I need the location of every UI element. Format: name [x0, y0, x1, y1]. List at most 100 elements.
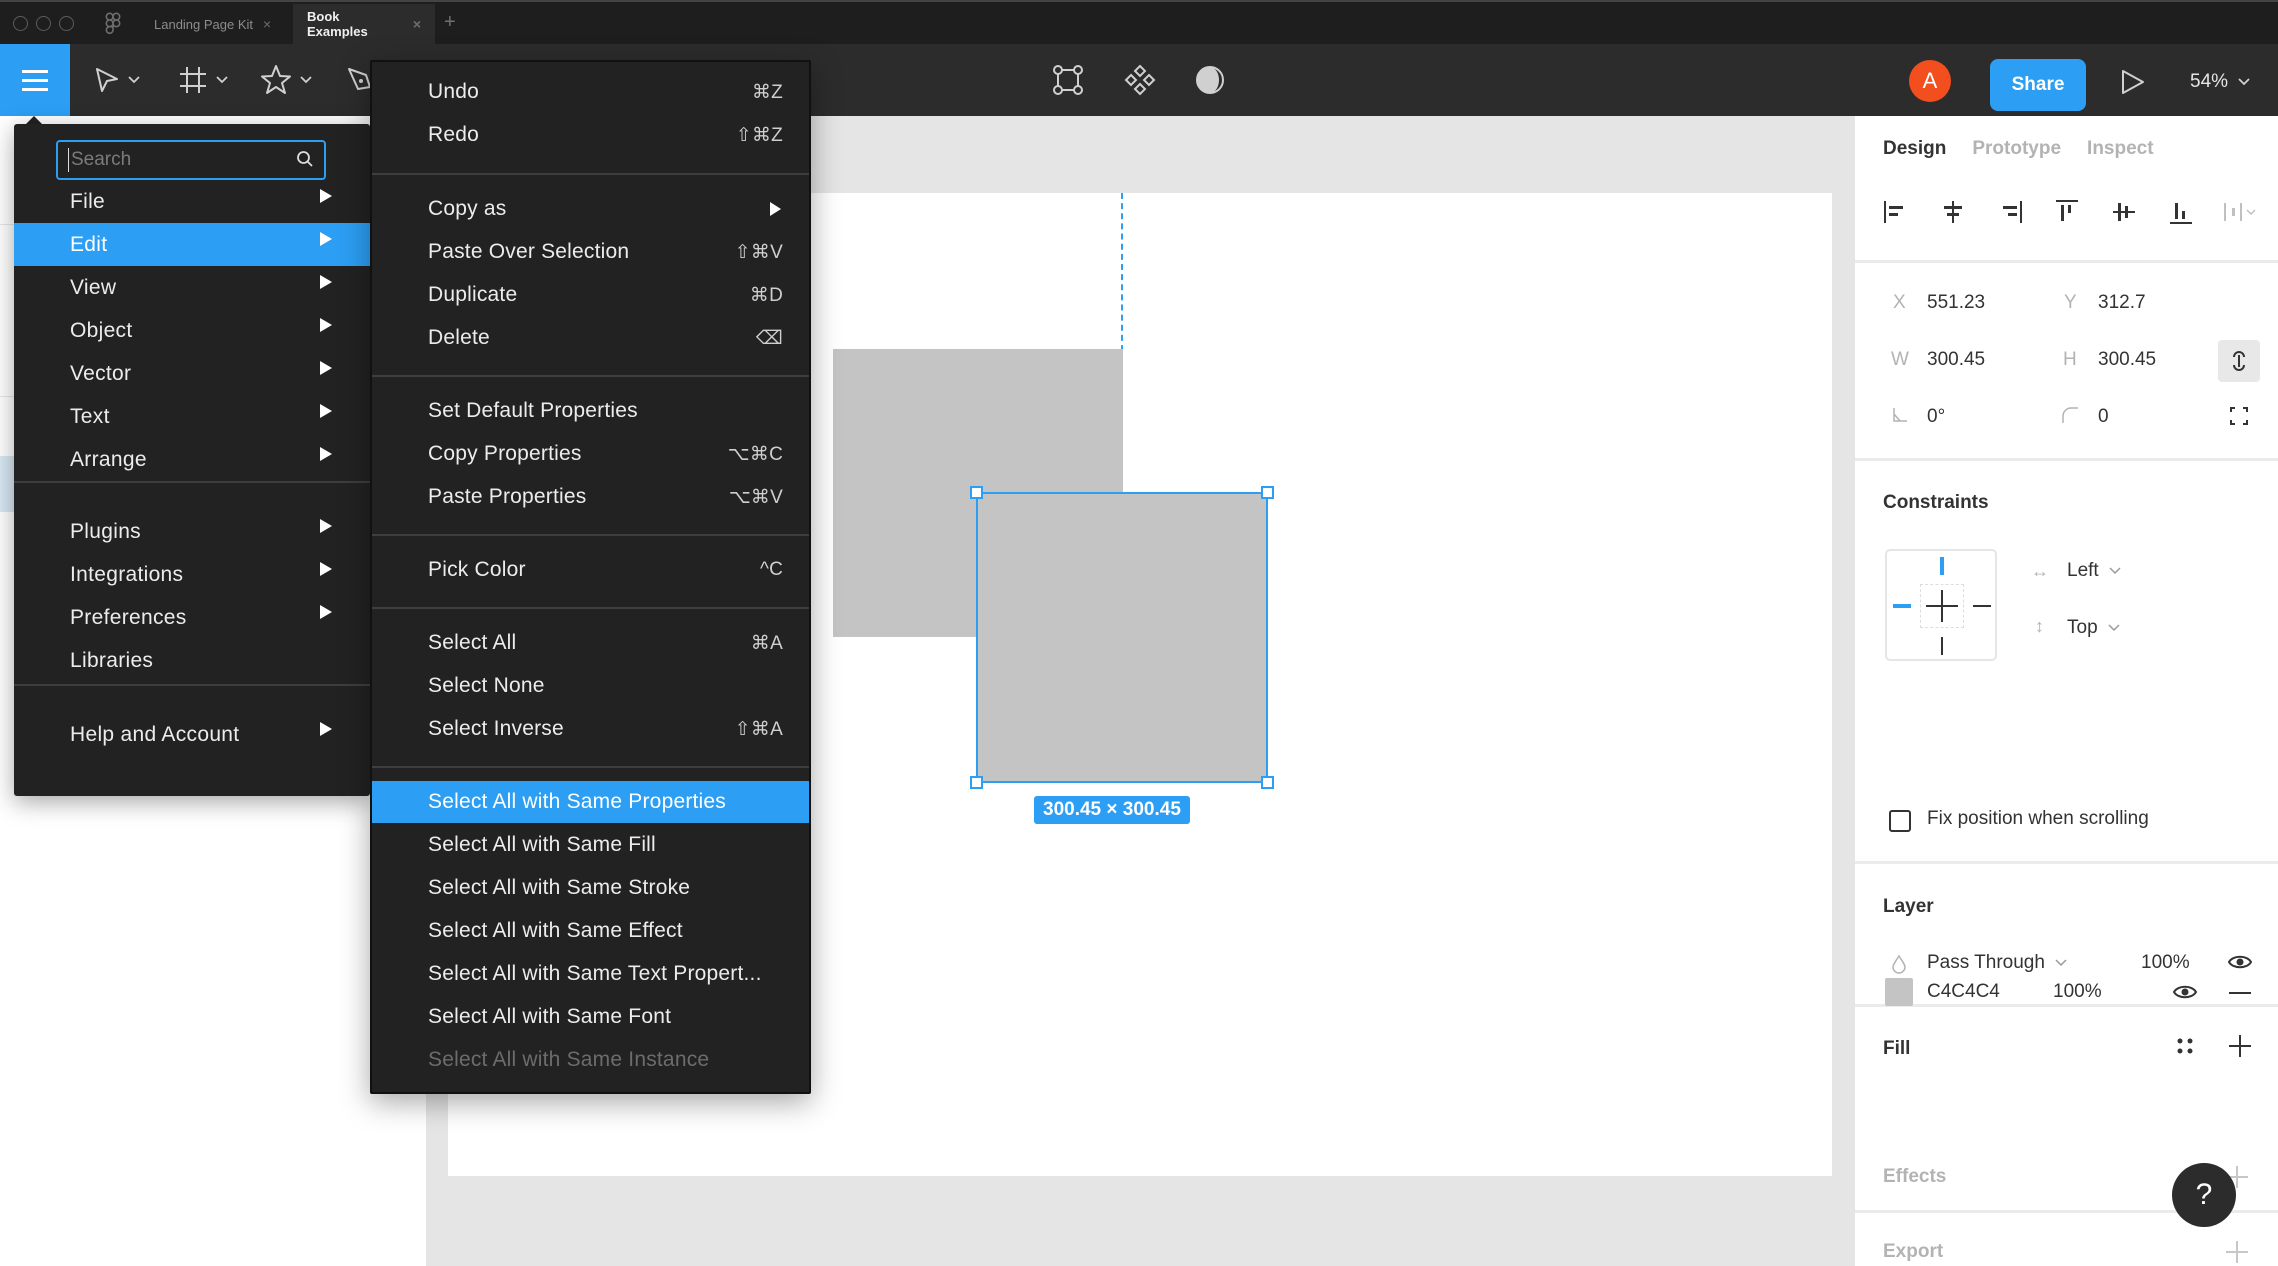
- main-menu-item-arrange[interactable]: Arrange: [14, 438, 370, 481]
- edit-menu-item-set-default-properties[interactable]: Set Default Properties: [372, 390, 809, 432]
- rotation-input[interactable]: 0°: [1927, 406, 1945, 428]
- close-tab-icon[interactable]: ×: [263, 16, 271, 32]
- edit-menu-item-select-all-with-same-text-propert[interactable]: Select All with Same Text Propert...: [372, 953, 809, 995]
- edit-menu-item-duplicate[interactable]: Duplicate ⌘D: [372, 274, 809, 316]
- user-avatar[interactable]: A: [1909, 60, 1951, 102]
- constrain-proportions-button[interactable]: [2218, 340, 2260, 382]
- edit-menu-item-copy-as[interactable]: Copy as: [372, 188, 809, 230]
- constraint-bottom[interactable]: [1941, 637, 1943, 655]
- constraint-left[interactable]: [1893, 604, 1911, 608]
- window-minimize-button[interactable]: [36, 16, 51, 31]
- vertical-constraint-dropdown[interactable]: Top: [2067, 617, 2120, 639]
- align-top-icon[interactable]: [2054, 199, 2080, 225]
- component-diamonds-icon[interactable]: [1124, 64, 1156, 96]
- window-zoom-button[interactable]: [59, 16, 74, 31]
- new-tab-button[interactable]: +: [444, 11, 456, 34]
- tab-book-examples[interactable]: Book Examples ×: [293, 4, 435, 44]
- constraints-widget[interactable]: [1885, 549, 1997, 661]
- main-menu-item-help-and-account[interactable]: Help and Account: [14, 713, 370, 756]
- edit-menu-item-select-all[interactable]: Select All ⌘A: [372, 622, 809, 664]
- tab-design[interactable]: Design: [1883, 138, 1946, 160]
- layer-opacity-input[interactable]: 100%: [2141, 952, 2190, 974]
- edit-menu-item-paste-over-selection[interactable]: Paste Over Selection ⇧⌘V: [372, 231, 809, 273]
- y-input[interactable]: 312.7: [2098, 292, 2146, 314]
- share-button[interactable]: Share: [1990, 59, 2086, 111]
- resize-handle-top-left[interactable]: [970, 486, 983, 499]
- height-input[interactable]: 300.45: [2098, 349, 2156, 371]
- main-menu-button[interactable]: [0, 44, 70, 116]
- align-horizontal-center-icon[interactable]: [1940, 199, 1966, 225]
- edit-menu-item-select-all-with-same-stroke[interactable]: Select All with Same Stroke: [372, 867, 809, 909]
- window-close-button[interactable]: [13, 16, 28, 31]
- edit-menu-item-select-none[interactable]: Select None: [372, 665, 809, 707]
- tab-prototype[interactable]: Prototype: [1972, 138, 2061, 160]
- tab-inspect[interactable]: Inspect: [2087, 138, 2154, 160]
- width-input[interactable]: 300.45: [1927, 349, 1985, 371]
- main-menu-item-preferences[interactable]: Preferences: [14, 596, 370, 639]
- pen-tool-button[interactable]: [346, 60, 372, 100]
- edit-menu-item-select-all-with-same-fill[interactable]: Select All with Same Fill: [372, 824, 809, 866]
- eye-icon[interactable]: [2172, 982, 2198, 1002]
- shape-tool-button[interactable]: [260, 60, 312, 100]
- chevron-down-icon[interactable]: [128, 76, 140, 84]
- chevron-down-icon[interactable]: [300, 76, 312, 84]
- fill-color-swatch[interactable]: [1885, 978, 1913, 1006]
- help-button[interactable]: ?: [2172, 1163, 2236, 1227]
- main-menu-item-vector[interactable]: Vector: [14, 352, 370, 395]
- main-menu-item-object[interactable]: Object: [14, 309, 370, 352]
- edit-menu-item-delete[interactable]: Delete ⌫: [372, 317, 809, 359]
- move-tool-button[interactable]: [94, 60, 140, 100]
- present-play-icon[interactable]: [2120, 68, 2146, 96]
- fix-position-checkbox[interactable]: [1889, 810, 1911, 832]
- selection-box[interactable]: [976, 492, 1268, 783]
- chevron-down-icon[interactable]: [216, 76, 228, 84]
- horizontal-constraint-dropdown[interactable]: Left: [2067, 560, 2121, 582]
- menu-search-input[interactable]: [68, 148, 278, 172]
- align-vertical-center-icon[interactable]: [2111, 199, 2137, 225]
- menu-search-box[interactable]: [56, 140, 326, 180]
- edit-menu-item-select-all-with-same-font[interactable]: Select All with Same Font: [372, 996, 809, 1038]
- resize-handle-bottom-right[interactable]: [1261, 776, 1274, 789]
- tab-landing-page-kit[interactable]: Landing Page Kit ×: [140, 4, 285, 44]
- close-tab-icon[interactable]: ×: [413, 16, 421, 32]
- align-bottom-icon[interactable]: [2168, 199, 2194, 225]
- add-fill-icon[interactable]: [2229, 1035, 2251, 1057]
- edit-menu-item-redo[interactable]: Redo ⇧⌘Z: [372, 114, 809, 156]
- distribute-dropdown-icon[interactable]: [2223, 199, 2263, 225]
- mask-icon[interactable]: [1194, 64, 1226, 96]
- x-input[interactable]: 551.23: [1927, 292, 1985, 314]
- add-export-icon[interactable]: [2226, 1241, 2248, 1263]
- edit-menu-item-undo[interactable]: Undo ⌘Z: [372, 71, 809, 113]
- edit-menu-item-select-inverse[interactable]: Select Inverse ⇧⌘A: [372, 708, 809, 750]
- main-menu-item-edit[interactable]: Edit: [14, 223, 370, 266]
- main-menu-item-view[interactable]: View: [14, 266, 370, 309]
- blend-mode-dropdown[interactable]: Pass Through: [1927, 952, 2067, 974]
- edit-menu-item-pick-color[interactable]: Pick Color ^C: [372, 549, 809, 591]
- independent-corners-icon[interactable]: [2229, 406, 2249, 426]
- resize-handle-bottom-left[interactable]: [970, 776, 983, 789]
- fill-opacity-input[interactable]: 100%: [2053, 981, 2102, 1003]
- constraint-top[interactable]: [1940, 557, 1944, 575]
- remove-fill-icon[interactable]: [2229, 992, 2251, 994]
- edit-menu-item-copy-properties[interactable]: Copy Properties ⌥⌘C: [372, 433, 809, 475]
- frame-tool-button[interactable]: [178, 60, 228, 100]
- main-menu-item-plugins[interactable]: Plugins: [14, 510, 370, 553]
- style-grid-icon[interactable]: [2175, 1036, 2195, 1056]
- resize-handle-top-right[interactable]: [1261, 486, 1274, 499]
- constraint-center-v[interactable]: [1941, 590, 1943, 622]
- corner-radius-input[interactable]: 0: [2098, 406, 2109, 428]
- main-menu-item-file[interactable]: File: [14, 180, 370, 223]
- create-component-icon[interactable]: [1052, 64, 1084, 96]
- align-left-icon[interactable]: [1883, 199, 1909, 225]
- main-menu-item-text[interactable]: Text: [14, 395, 370, 438]
- align-right-icon[interactable]: [1997, 199, 2023, 225]
- main-menu-item-libraries[interactable]: Libraries: [14, 639, 370, 682]
- edit-menu-item-select-all-with-same-effect[interactable]: Select All with Same Effect: [372, 910, 809, 952]
- figma-logo-icon[interactable]: [104, 12, 122, 36]
- main-menu-item-integrations[interactable]: Integrations: [14, 553, 370, 596]
- eye-icon[interactable]: [2227, 952, 2253, 972]
- edit-menu-item-paste-properties[interactable]: Paste Properties ⌥⌘V: [372, 476, 809, 518]
- zoom-level-dropdown[interactable]: 54%: [2190, 68, 2250, 96]
- constraint-right[interactable]: [1973, 605, 1991, 607]
- edit-menu-item-select-all-with-same-properties[interactable]: Select All with Same Properties: [372, 781, 809, 823]
